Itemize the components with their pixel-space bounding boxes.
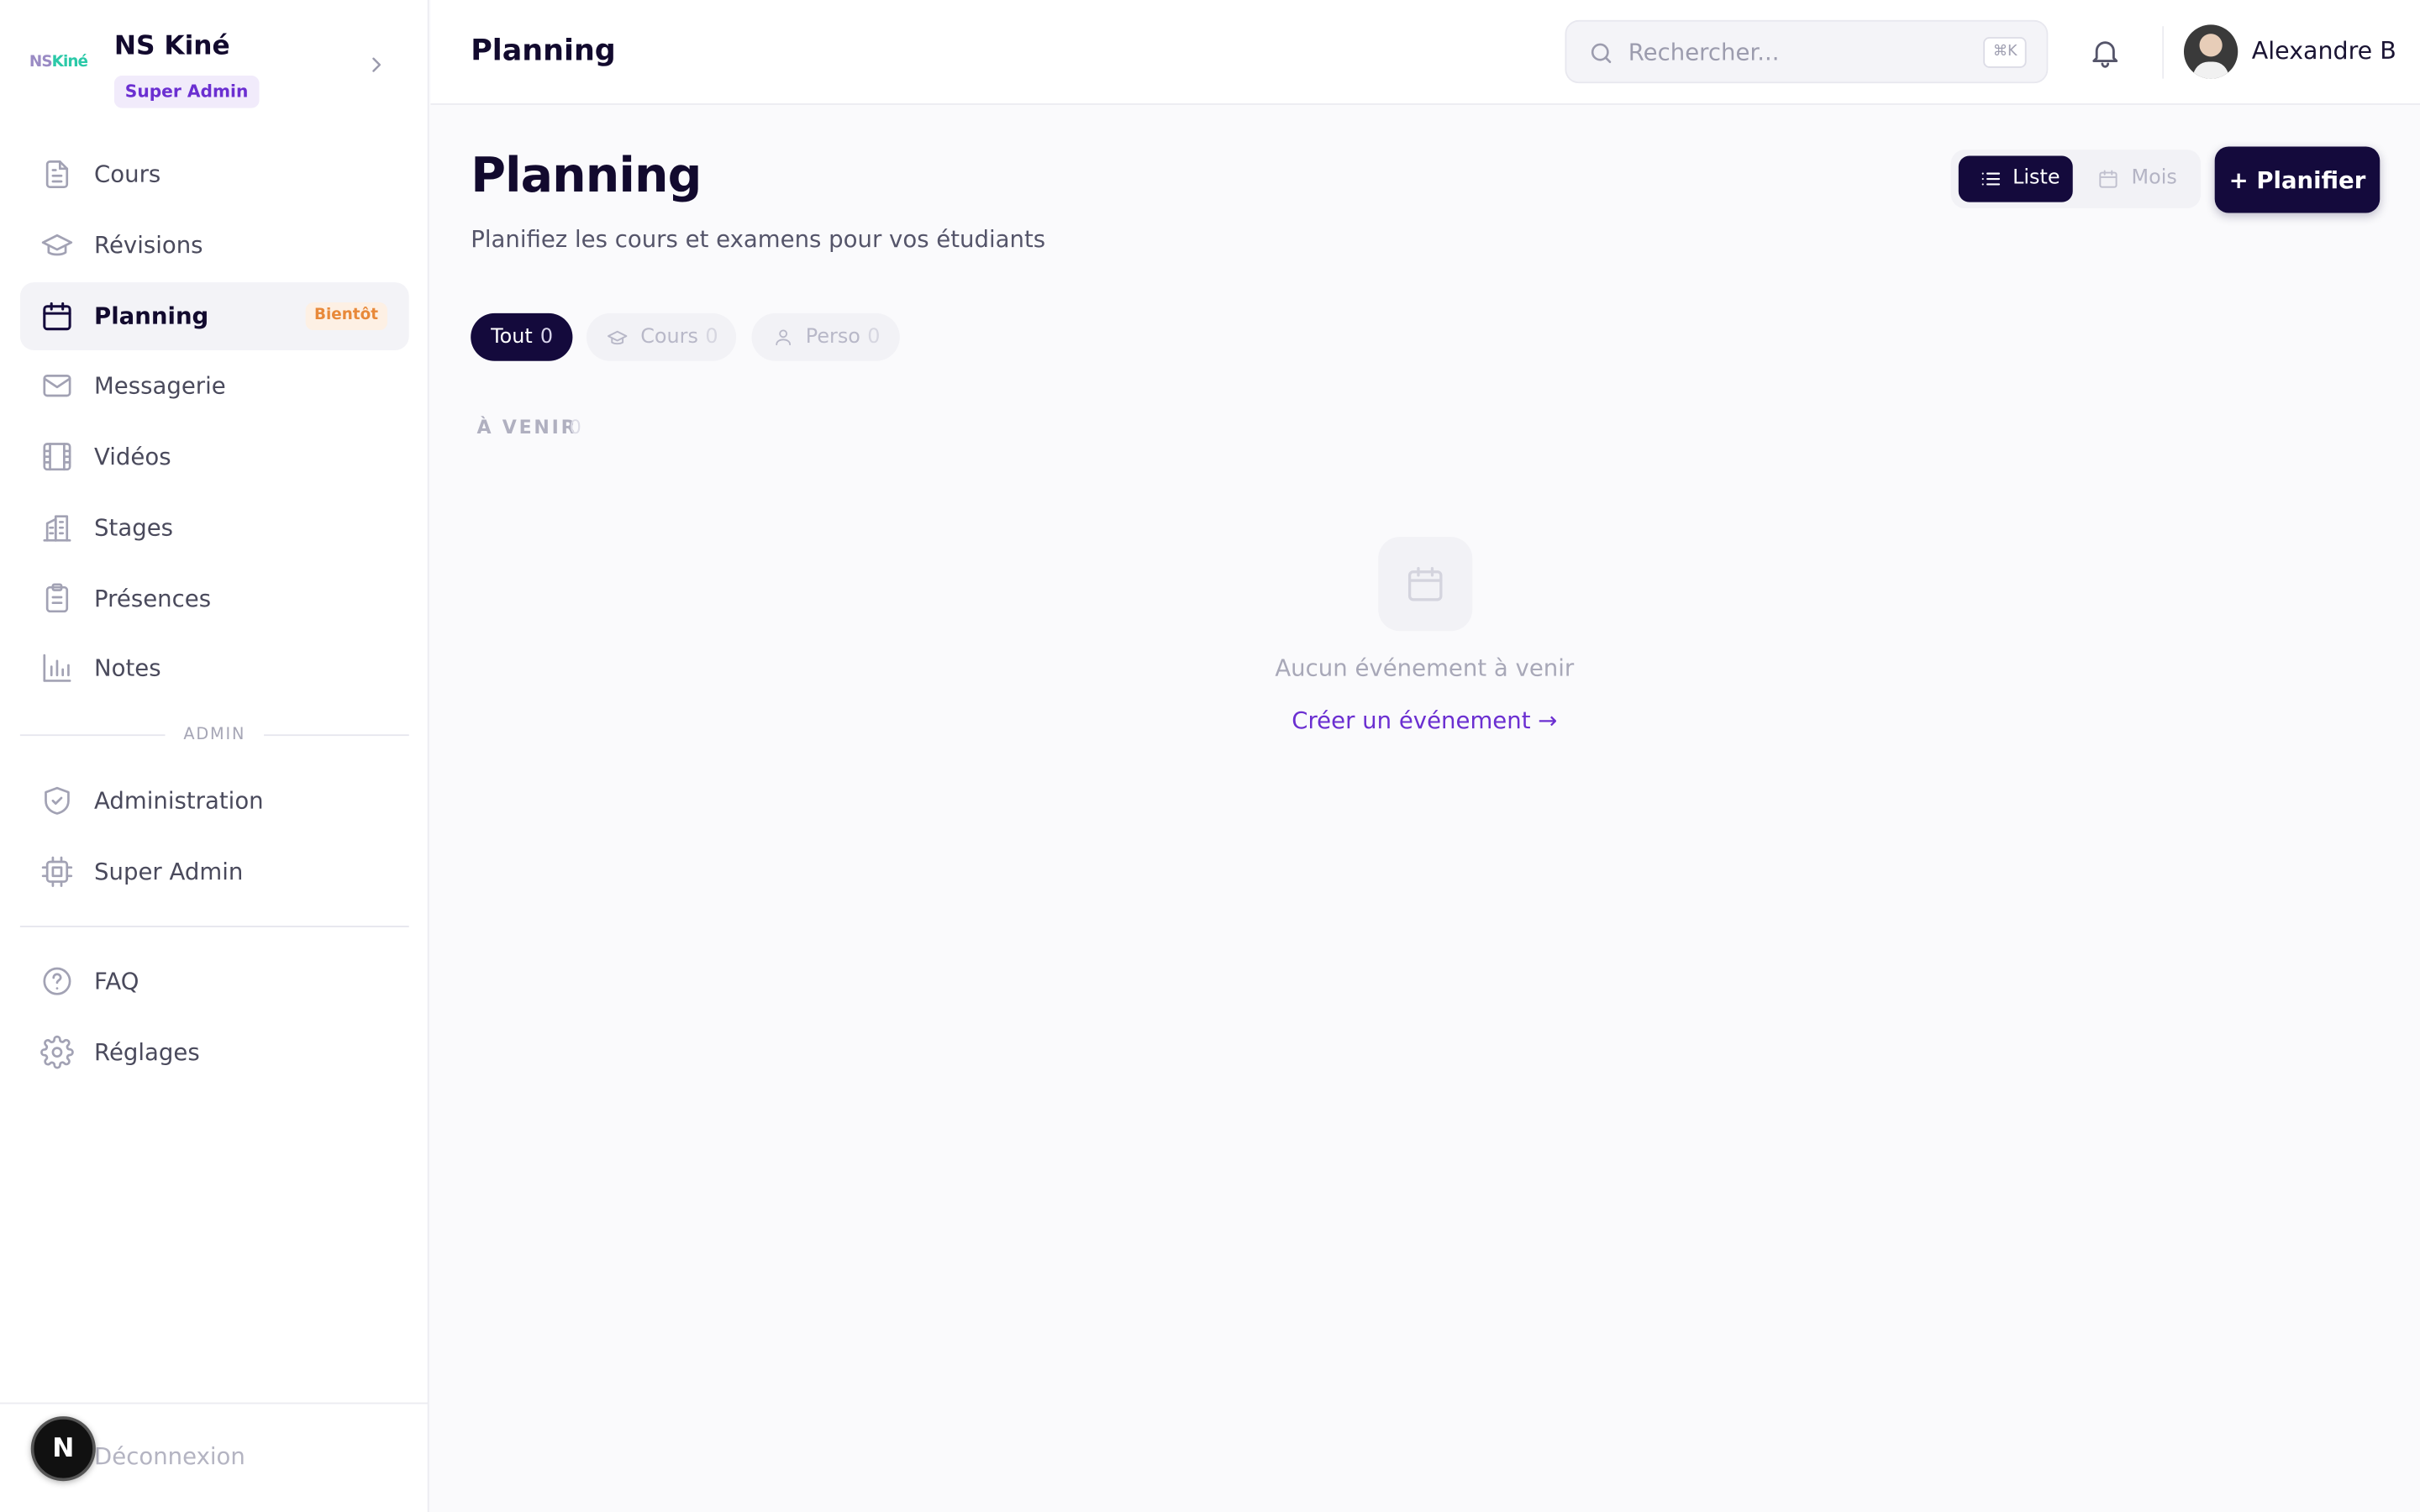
sidebar-item-label: Cours xyxy=(94,160,161,189)
upcoming-section-label: À VENIR xyxy=(476,416,578,438)
sidebar-item-label: Notes xyxy=(94,654,161,682)
view-month-button[interactable]: Mois xyxy=(2084,156,2195,202)
filter-chip-perso[interactable]: Perso 0 xyxy=(751,312,900,361)
sidebar-item-label: Administration xyxy=(94,786,264,815)
create-event-link[interactable]: Créer un événement → xyxy=(1116,706,1733,734)
sidebar: NSKiné NS Kiné Super Admin Cours Révisio… xyxy=(0,0,429,1512)
topbar-separator xyxy=(2162,26,2165,79)
filter-chip-count: 0 xyxy=(539,325,554,349)
topbar: Planning ⌘K Alexandre B xyxy=(430,0,2420,105)
sidebar-item-faq[interactable]: FAQ xyxy=(20,948,409,1016)
sidebar-item-reglages[interactable]: Réglages xyxy=(20,1018,409,1086)
user-icon xyxy=(776,329,791,346)
sidebar-item-presences[interactable]: Présences xyxy=(20,564,409,633)
sidebar-item-label: Réglages xyxy=(94,1038,200,1067)
sidebar-divider xyxy=(19,926,409,927)
sidebar-item-stages[interactable]: Stages xyxy=(20,494,409,562)
empty-state-text: Aucun événement à venir xyxy=(1275,654,1575,682)
sidebar-item-label: Stages xyxy=(94,513,174,542)
app-root: NSKiné NS Kiné Super Admin Cours Révisio… xyxy=(0,0,2420,1512)
filter-chip-count: 0 xyxy=(867,325,881,349)
view-list-button[interactable]: Liste xyxy=(1958,155,2073,202)
sidebar-item-super-admin[interactable]: Super Admin xyxy=(20,837,409,906)
logout-button[interactable]: Déconnexion xyxy=(94,1442,245,1470)
sidebar-item-videos[interactable]: Vidéos xyxy=(20,423,409,491)
list-icon xyxy=(1981,172,2001,186)
calendar-icon xyxy=(43,302,71,331)
topbar-title: Planning xyxy=(471,34,616,68)
user-name[interactable]: Alexandre B xyxy=(2252,37,2396,65)
sidebar-item-label: Vidéos xyxy=(94,443,171,471)
sidebar-item-administration[interactable]: Administration xyxy=(20,767,409,835)
cpu-icon xyxy=(41,856,73,887)
sidebar-item-notes[interactable]: Notes xyxy=(20,634,409,702)
search-input[interactable] xyxy=(1628,21,1976,82)
chevron-right-icon[interactable] xyxy=(364,52,388,76)
soon-badge: Bientôt xyxy=(304,302,388,331)
avatar[interactable] xyxy=(2183,24,2238,79)
sidebar-item-messagerie[interactable]: Messagerie xyxy=(20,352,409,420)
plan-button[interactable]: + Planifier xyxy=(2214,146,2381,213)
building-icon xyxy=(43,515,71,542)
role-badge: Super Admin xyxy=(113,75,260,108)
gear-icon xyxy=(40,1035,74,1069)
dev-tools-button[interactable]: N xyxy=(30,1416,96,1482)
filter-chip-tout[interactable]: Tout 0 xyxy=(471,312,573,361)
filter-chip-cours[interactable]: Cours 0 xyxy=(586,312,737,361)
filter-chip-count: 0 xyxy=(705,325,718,349)
mail-icon xyxy=(43,375,71,397)
file-text-icon xyxy=(45,160,69,189)
brand-name: NS Kiné xyxy=(113,30,230,62)
filter-chip-label: Tout xyxy=(491,325,533,349)
search-icon xyxy=(1591,43,1612,64)
page-title: Planning xyxy=(471,148,702,204)
sidebar-item-label: Messagerie xyxy=(94,371,226,400)
film-icon xyxy=(43,443,71,471)
help-circle-icon xyxy=(43,967,71,995)
sidebar-item-label: Révisions xyxy=(94,231,203,260)
sidebar-item-label: Super Admin xyxy=(94,858,244,886)
sidebar-item-label: Présences xyxy=(94,585,212,613)
sidebar-item-label: Planning xyxy=(94,302,209,331)
sidebar-item-revisions[interactable]: Révisions xyxy=(20,212,409,280)
sidebar-item-label: FAQ xyxy=(94,967,139,995)
calendar-icon xyxy=(2099,170,2118,188)
sidebar-item-planning[interactable]: Planning Bientôt xyxy=(19,282,409,350)
calendar-icon xyxy=(1407,566,1443,601)
view-list-label: Liste xyxy=(2012,166,2060,190)
view-month-label: Mois xyxy=(2131,166,2177,190)
search-box[interactable]: ⌘K xyxy=(1565,19,2049,84)
view-toggle: Liste Mois xyxy=(1950,150,2202,208)
shield-icon xyxy=(45,786,70,815)
admin-section-divider: ADMIN xyxy=(19,723,409,745)
sidebar-item-cours[interactable]: Cours xyxy=(20,140,409,208)
bell-icon[interactable] xyxy=(2088,35,2122,69)
brand-header[interactable]: NSKiné NS Kiné Super Admin xyxy=(0,0,429,133)
brand-logo: NSKiné xyxy=(29,54,88,71)
bar-chart-icon xyxy=(43,654,71,682)
graduation-cap-icon xyxy=(608,330,628,345)
graduation-cap-icon xyxy=(41,234,73,256)
clipboard-icon xyxy=(45,583,69,613)
filter-chip-label: Cours xyxy=(640,325,698,349)
upcoming-count: 0 xyxy=(569,416,581,438)
search-shortcut-hint: ⌘K xyxy=(1983,37,2027,68)
page-subtitle: Planifiez les cours et examens pour vos … xyxy=(471,225,1046,254)
empty-state-illustration xyxy=(1378,537,1473,632)
filter-chip-label: Perso xyxy=(805,325,860,349)
